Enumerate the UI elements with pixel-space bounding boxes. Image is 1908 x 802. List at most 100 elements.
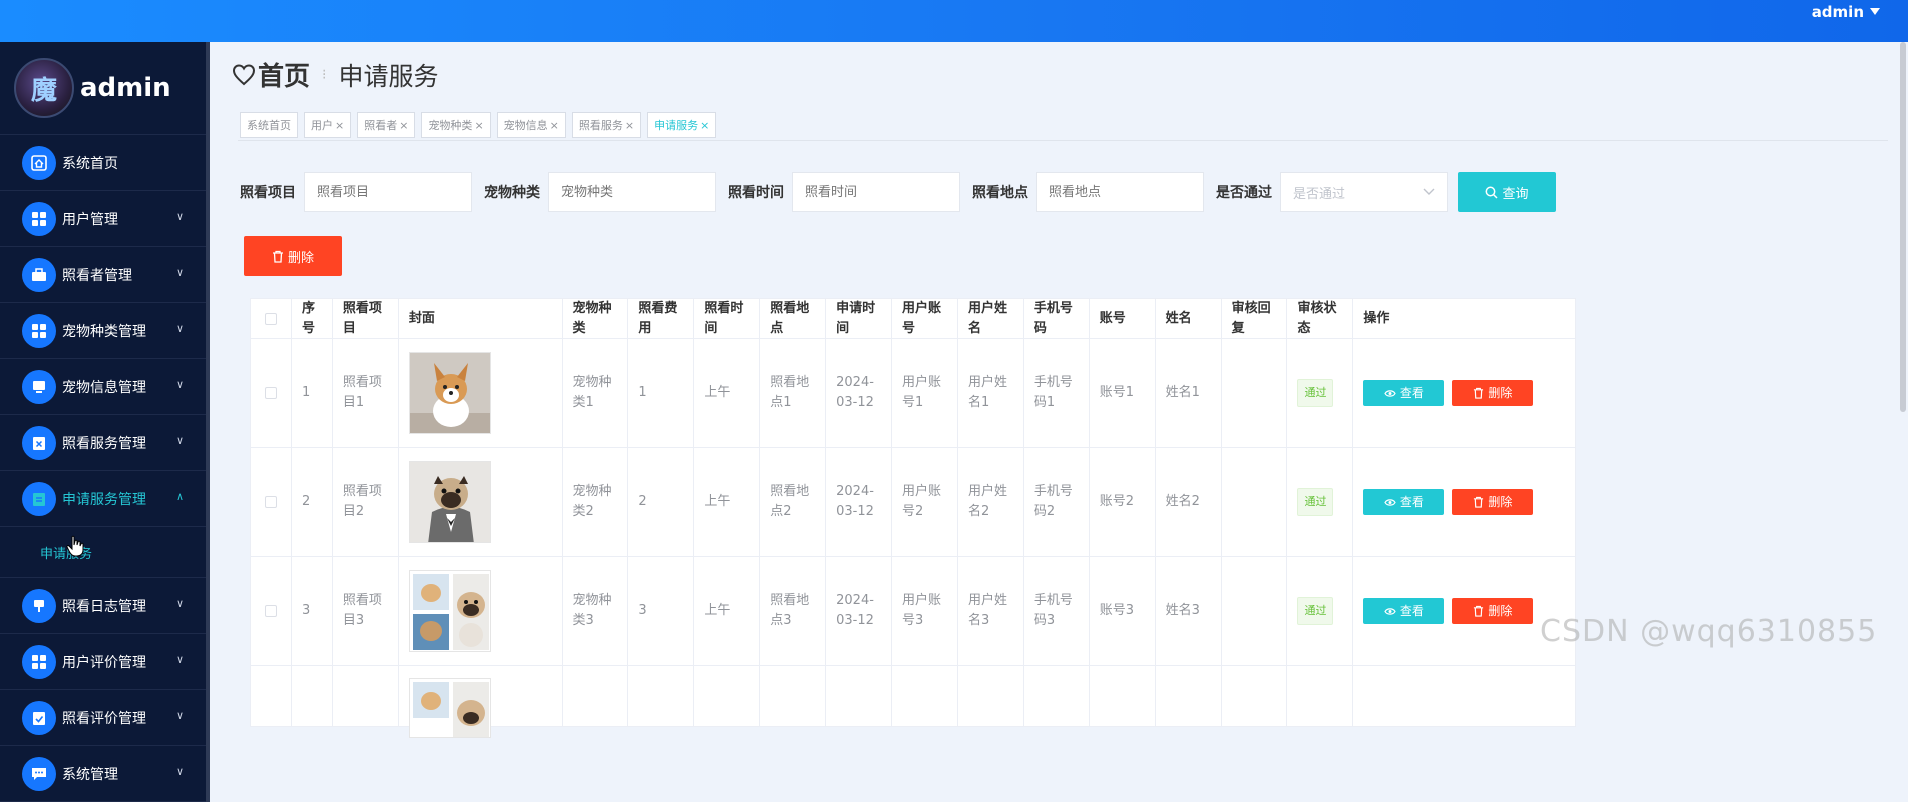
cell-name: 姓名1 [1156,339,1222,447]
view-button-label: 查看 [1399,386,1424,400]
view-button[interactable]: 查看 [1363,598,1445,624]
eye-icon [1384,389,1396,397]
tab-pet-info[interactable]: 宠物信息 × [496,112,566,138]
view-button-label: 查看 [1399,604,1424,618]
briefcase-icon [22,257,56,292]
delete-button[interactable]: 删除 [1452,489,1534,515]
cell-project: 照看项目3 [333,557,399,665]
sidebar-item-label: 照看服务管理 [62,435,146,452]
breadcrumb: 首页 ⁝ 申请服务 [232,56,438,93]
column-header: 审核回复 [1222,299,1288,338]
close-icon[interactable]: × [335,119,344,132]
sidebar-item-user-reviews[interactable]: 用户评价管理 ∨ [0,634,206,690]
view-button[interactable]: 查看 [1363,489,1445,515]
column-header: 姓名 [1156,299,1222,338]
sidebar-item-system[interactable]: 系统管理 ∨ [0,746,206,802]
close-icon[interactable]: × [474,119,483,132]
row-checkbox[interactable] [264,605,277,617]
cell-apply-time: 2024-03-12 [826,448,893,556]
chevron-down-icon: ∨ [175,434,184,447]
tab-pet-types[interactable]: 宠物种类 × [421,112,491,138]
delete-button[interactable]: 删除 [1452,598,1534,624]
user-menu[interactable]: admin [1812,3,1880,21]
view-button[interactable]: 查看 [1363,380,1445,406]
row-checkbox-cell [251,666,292,726]
sidebar-item-care-reviews[interactable]: 照看评价管理 ∨ [0,690,206,746]
cell-user-account: 用户账号2 [892,448,958,556]
sidebar-item-care-logs[interactable]: 照看日志管理 ∨ [0,578,206,634]
cell-cover [399,339,563,447]
cell-status: 通过 [1287,557,1354,665]
delete-button-label: 删除 [1488,495,1513,509]
delete-button[interactable]: 删除 [1452,380,1534,406]
close-icon[interactable]: × [625,119,634,132]
sidebar-item-pet-types[interactable]: 宠物种类管理 ∨ [0,303,206,359]
tab-label: 申请服务 [654,119,699,132]
row-checkbox[interactable] [264,387,277,399]
column-header: 封面 [399,299,563,338]
table-row: 3 照看项目3 宠物种类3 3 上午 照看地点3 2024-03-12 用户账号… [251,557,1575,666]
cell-account: 账号1 [1090,339,1156,447]
chevron-up-icon: ∧ [175,490,184,503]
search-label-place: 照看地点 [972,185,1028,201]
status-badge: 通过 [1297,597,1334,625]
monitor-icon [22,369,56,404]
cell-project: 照看项目1 [333,339,399,447]
sidebar-item-pet-info[interactable]: 宠物信息管理 ∨ [0,359,206,415]
sidebar-item-users[interactable]: 用户管理 ∨ [0,191,206,247]
batch-delete-button[interactable]: 删除 [244,236,342,276]
sidebar: 魔 admin 系统首页 用户管理 ∨ 照看者管理 ∨ 宠物种类管理 ∨ 宠物信… [0,42,210,802]
cell-user-account: 用户账号1 [892,339,958,447]
sidebar-item-home[interactable]: 系统首页 [0,135,206,191]
query-button-label: 查询 [1502,186,1529,202]
sidebar-item-label: 照看日志管理 [62,598,146,615]
sidebar-item-care-services[interactable]: 照看服务管理 ∨ [0,415,206,471]
cell-name: 姓名2 [1156,448,1222,556]
search-input-time[interactable] [792,172,960,212]
table-header: 序号 照看项目 封面 宠物种类 照看费用 照看时间 照看地点 申请时间 用户账号… [251,299,1575,339]
cell-index: 3 [292,557,333,665]
close-icon[interactable]: × [550,119,559,132]
close-icon[interactable]: × [399,119,408,132]
chevron-down-icon: ∨ [175,210,184,223]
cell-project [333,666,399,726]
column-header: 照看费用 [628,299,695,338]
select-placeholder: 是否通过 [1293,186,1346,202]
tab-users[interactable]: 用户 × [304,112,352,138]
search-input-pet-type[interactable] [548,172,716,212]
sidebar-item-caretakers[interactable]: 照看者管理 ∨ [0,247,206,303]
watermark: CSDN @wqq6310855 [1540,614,1878,649]
chat-icon [22,756,56,791]
row-checkbox[interactable] [264,496,277,508]
column-header: 用户姓名 [958,299,1024,338]
search-input-project[interactable] [304,172,472,212]
clipboard-check-icon [22,700,56,735]
breadcrumb-home[interactable]: 首页 [232,56,310,93]
cell-reply [1222,557,1288,665]
cell-place: 照看地点3 [760,557,827,665]
page-scrollbar[interactable] [1900,42,1906,412]
cell-phone [1024,666,1090,726]
tab-caretakers[interactable]: 照看者 × [357,112,416,138]
approved-select[interactable]: 是否通过 [1280,172,1448,212]
tab-system-home[interactable]: 系统首页 [240,112,298,138]
breadcrumb-current: 申请服务 [338,61,439,91]
column-header: 手机号码 [1024,299,1090,338]
sidebar-item-apply-services[interactable]: 申请服务管理 ∧ [0,471,206,527]
select-all-checkbox[interactable] [264,312,277,325]
cover-image [408,461,491,543]
chevron-down-icon: ∨ [175,597,184,610]
sidebar-item-label: 系统首页 [62,155,118,172]
tab-label: 用户 [311,119,333,132]
sidebar-subitem-apply-service[interactable]: 申请服务 [0,527,206,578]
view-button-label: 查看 [1399,495,1424,509]
sidebar-item-label: 用户评价管理 [62,654,146,671]
tab-apply-services[interactable]: 申请服务 × [647,112,717,138]
search-input-place[interactable] [1036,172,1204,212]
close-icon[interactable]: × [700,119,709,132]
query-button[interactable]: 查询 [1458,172,1556,212]
cell-status: 通过 [1287,339,1354,447]
tab-care-services[interactable]: 照看服务 × [571,112,642,138]
sidebar-item-label: 照看评价管理 [62,710,146,727]
caret-down-icon [1870,8,1880,15]
